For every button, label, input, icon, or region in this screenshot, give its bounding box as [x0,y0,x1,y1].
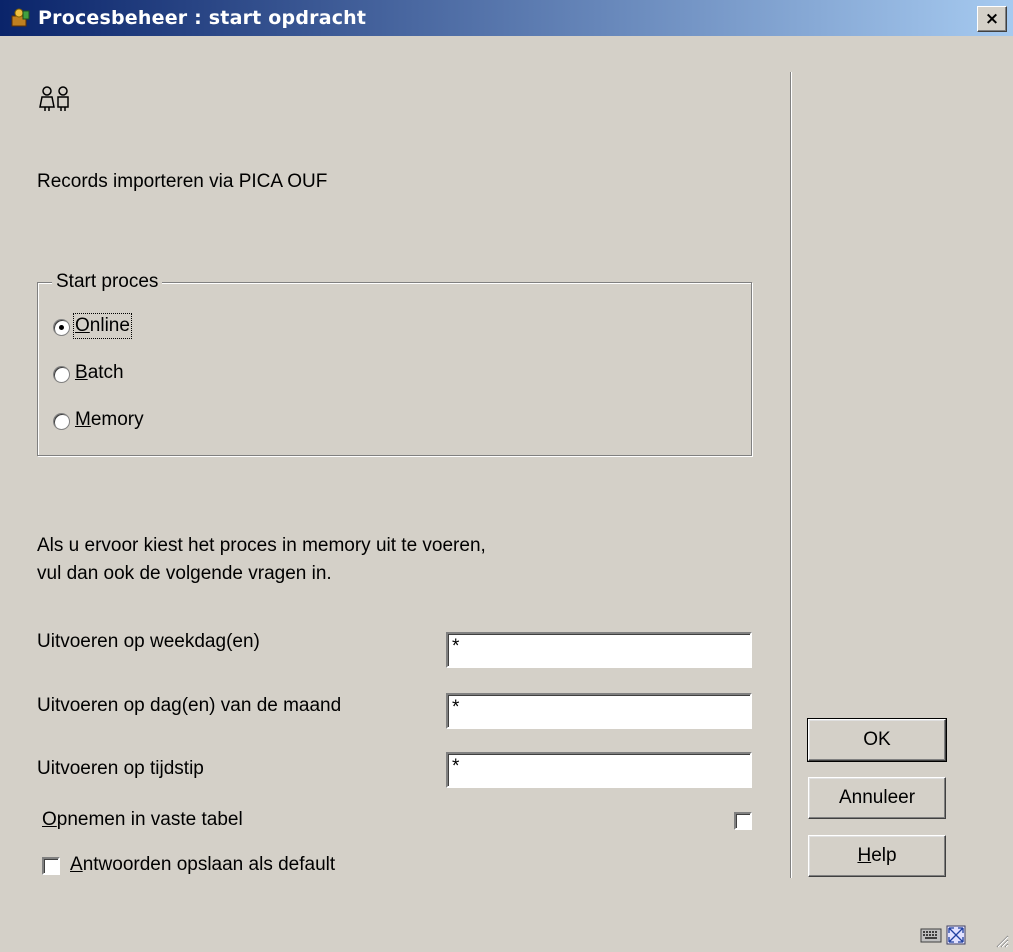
help-button[interactable]: Help [808,835,946,877]
vertical-divider [790,72,792,878]
radio-batch-label[interactable]: Batch [75,362,124,384]
radio-memory-label[interactable]: Memory [75,409,144,431]
start-process-group [37,282,752,456]
title-bar: Procesbeheer : start opdracht × [0,0,1013,36]
memory-note-line1: Als u ervoor kiest het proces in memory … [37,535,486,556]
radio-online-label[interactable]: Online [73,313,132,339]
month-day-label: Uitvoeren op dag(en) van de maand [37,695,342,716]
keyboard-icon[interactable] [920,924,942,946]
close-button[interactable]: × [977,6,1007,32]
radio-online[interactable] [53,319,70,336]
save-defaults-label[interactable]: Antwoorden opslaan als default [70,854,335,876]
weekday-label: Uitvoeren op weekdag(en) [37,631,260,652]
fixed-table-checkbox[interactable] [734,812,752,830]
radio-selected-dot [59,325,64,330]
memory-note-line2: vul dan ook de volgende vragen in. [37,563,332,584]
save-defaults-checkbox[interactable] [42,857,60,875]
weekday-input[interactable]: * [446,632,752,668]
time-input[interactable]: * [446,752,752,788]
fixed-table-label[interactable]: Opnemen in vaste tabel [42,809,243,831]
radio-memory[interactable] [53,413,70,430]
time-label: Uitvoeren op tijdstip [37,758,204,779]
month-day-input[interactable]: * [446,693,752,729]
process-description: Records importeren via PICA OUF [37,171,328,192]
dialog-body: Records importeren via PICA OUF Start pr… [0,36,1013,952]
app-icon [11,8,30,27]
resize-grip-icon[interactable] [993,932,1009,948]
close-icon: × [984,9,1000,29]
users-icon [39,86,69,111]
radio-batch[interactable] [53,366,70,383]
maximize-icon[interactable] [945,924,967,946]
window-title: Procesbeheer : start opdracht [38,7,367,29]
group-legend: Start proces [52,271,163,293]
ok-button[interactable]: OK [807,718,947,762]
cancel-button[interactable]: Annuleer [808,777,946,819]
